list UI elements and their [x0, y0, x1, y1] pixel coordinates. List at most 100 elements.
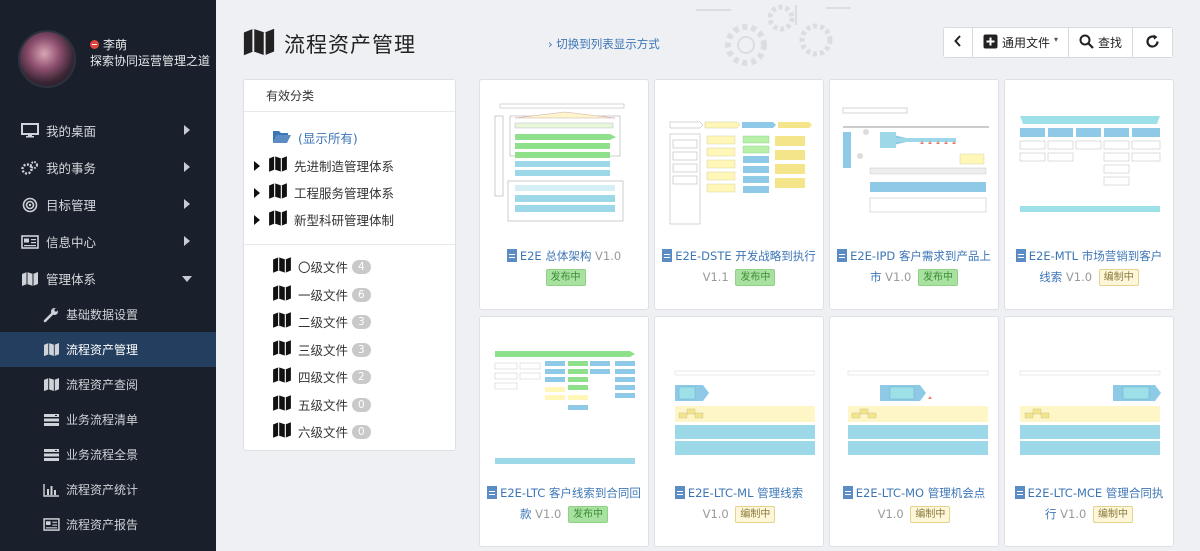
category-level-3[interactable]: 三级文件 3	[272, 339, 371, 360]
nav-item-goals[interactable]: 目标管理	[0, 186, 216, 223]
caret-right-icon	[254, 160, 260, 171]
category-level-4[interactable]: 四级文件 2	[272, 366, 371, 387]
card-version: V1.0	[1060, 507, 1087, 521]
server-icon	[42, 412, 60, 428]
caret-right-icon	[254, 187, 260, 198]
process-diagram-thumbnail	[842, 107, 989, 213]
count-badge: 3	[352, 342, 371, 357]
chevron-right-icon	[184, 236, 190, 246]
subnav-item-asset-management[interactable]: 流程资产管理	[0, 332, 216, 367]
category-level-5[interactable]: 五级文件 0	[272, 394, 371, 415]
newspaper-icon	[20, 234, 40, 250]
common-file-button[interactable]: 通用文件 ▾	[971, 28, 1068, 57]
status-badge: 发布中	[545, 269, 586, 286]
user-department: 探索协同运营管理之道	[90, 54, 211, 68]
nav-item-info-center[interactable]: 信息中心	[0, 223, 216, 260]
sidebar: 李萌 探索协同运营管理之道 我的桌面 我的事务 目标管理 信息中心 管理体系 基…	[0, 0, 216, 551]
card-caption: E2E-IPD 客户需求到产品上市 V1.0 发布中	[836, 246, 992, 288]
card-version: V1.1	[702, 270, 729, 284]
process-diagram-thumbnail	[494, 351, 635, 464]
asset-card[interactable]: E2E-LTC-ML 管理线索 V1.0 编制中	[654, 316, 824, 547]
user-name[interactable]: 李萌	[103, 36, 127, 53]
bar-chart-icon	[42, 482, 60, 498]
back-button[interactable]	[943, 28, 972, 57]
nav-item-management-system[interactable]: 管理体系	[0, 260, 216, 297]
category-level-1[interactable]: 一级文件 6	[272, 284, 371, 305]
status-badge: 编制中	[1098, 269, 1139, 286]
process-diagram-thumbnail	[494, 103, 625, 222]
asset-card[interactable]: E2E-LTC-MO 管理机会点 V1.0 编制中	[829, 316, 999, 547]
switch-to-list-link[interactable]: › 切换到列表显示方式	[548, 36, 660, 52]
subnav-item-basic-data[interactable]: 基础数据设置	[0, 297, 216, 332]
map-icon	[272, 366, 292, 387]
file-text-icon	[506, 249, 517, 262]
card-caption: E2E-LTC-MO 管理机会点 V1.0 编制中	[836, 483, 992, 525]
nav-label: 管理体系	[46, 272, 97, 287]
page-header: 流程资产管理	[242, 26, 416, 61]
category-system-2[interactable]: 工程服务管理体系	[254, 182, 394, 203]
category-show-all[interactable]: (显示所有)	[272, 128, 358, 147]
file-text-icon	[1015, 249, 1026, 262]
refresh-button[interactable]	[1132, 28, 1172, 57]
nav-label: 我的桌面	[46, 124, 97, 139]
file-text-icon	[487, 486, 498, 499]
subnav-item-process-list[interactable]: 业务流程清单	[0, 402, 216, 437]
folder-open-icon	[272, 129, 292, 147]
subnav-item-asset-lookup[interactable]: 流程资产查阅	[0, 367, 216, 402]
nav-item-affairs[interactable]: 我的事务	[0, 149, 216, 186]
category-panel-heading: 有效分类	[244, 80, 455, 112]
server-icon	[42, 447, 60, 463]
category-level-2[interactable]: 二级文件 3	[272, 311, 371, 332]
category-label: 四级文件	[298, 370, 349, 385]
count-badge: 0	[352, 424, 371, 439]
asset-card[interactable]: E2E-LTC-MCE 管理合同执行 V1.0 编制中	[1004, 316, 1174, 547]
status-badge: 发布中	[917, 269, 958, 286]
process-diagram-thumbnail	[1019, 370, 1161, 455]
card-caption: E2E 总体架构 V1.0 发布中	[486, 246, 642, 288]
map-icon	[272, 394, 292, 415]
search-button[interactable]: 查找	[1067, 28, 1132, 57]
subnav-item-asset-report[interactable]: 流程资产报告	[0, 507, 216, 542]
category-label: 〇级文件	[298, 260, 349, 275]
refresh-icon	[1145, 34, 1160, 52]
category-level-6[interactable]: 六级文件 0	[272, 421, 371, 442]
asset-card[interactable]: E2E-DSTE 开发战略到执行 V1.1 发布中	[654, 79, 824, 310]
subnav-label: 业务流程全景	[66, 448, 139, 462]
chevron-down-icon	[182, 276, 192, 282]
category-level-0[interactable]: 〇级文件 4	[272, 256, 371, 277]
subnav-item-asset-statistics[interactable]: 流程资产统计	[0, 472, 216, 507]
search-icon	[1079, 34, 1094, 52]
wrench-icon	[42, 307, 60, 323]
count-badge: 3	[352, 314, 371, 329]
card-title: E2E-DSTE 开发战略到执行	[675, 249, 816, 263]
category-label: 先进制造管理体系	[294, 159, 395, 174]
divider	[244, 244, 455, 245]
map-icon	[20, 271, 40, 287]
count-badge: 6	[352, 287, 371, 302]
avatar[interactable]	[18, 30, 76, 88]
asset-card[interactable]: E2E-IPD 客户需求到产品上市 V1.0 发布中	[829, 79, 999, 310]
asset-card[interactable]: E2E 总体架构 V1.0 发布中	[479, 79, 649, 310]
map-icon	[42, 377, 60, 393]
category-system-1[interactable]: 先进制造管理体系	[254, 155, 394, 176]
subnav-label: 基础数据设置	[66, 308, 139, 322]
chevron-right-icon	[184, 199, 190, 209]
subnav-item-process-panorama[interactable]: 业务流程全景	[0, 437, 216, 472]
card-caption: E2E-MTL 市场营销到客户线索 V1.0 编制中	[1011, 246, 1167, 288]
subnav-label: 流程资产统计	[66, 483, 139, 497]
nav-label: 目标管理	[46, 198, 97, 213]
status-busy-icon	[90, 40, 99, 49]
user-name-row: 李萌	[90, 36, 127, 53]
asset-card[interactable]: E2E-MTL 市场营销到客户线索 V1.0 编制中	[1004, 79, 1174, 310]
card-title: E2E-MTL 市场营销到客户线索	[1028, 249, 1163, 284]
search-label: 查找	[1097, 36, 1122, 50]
status-badge: 编制中	[735, 506, 776, 523]
map-icon	[272, 311, 292, 332]
nav-item-desktop[interactable]: 我的桌面	[0, 112, 216, 149]
asset-card[interactable]: E2E-LTC 客户线索到合同回款 V1.0 发布中	[479, 316, 649, 547]
file-text-icon	[837, 249, 848, 262]
category-system-3[interactable]: 新型科研管理体制	[254, 209, 394, 230]
nav-menu: 我的桌面 我的事务 目标管理 信息中心 管理体系 基础数据设置 流程资产管理 流…	[0, 112, 216, 542]
process-diagram-thumbnail	[847, 370, 989, 455]
chevron-left-icon	[954, 35, 962, 50]
